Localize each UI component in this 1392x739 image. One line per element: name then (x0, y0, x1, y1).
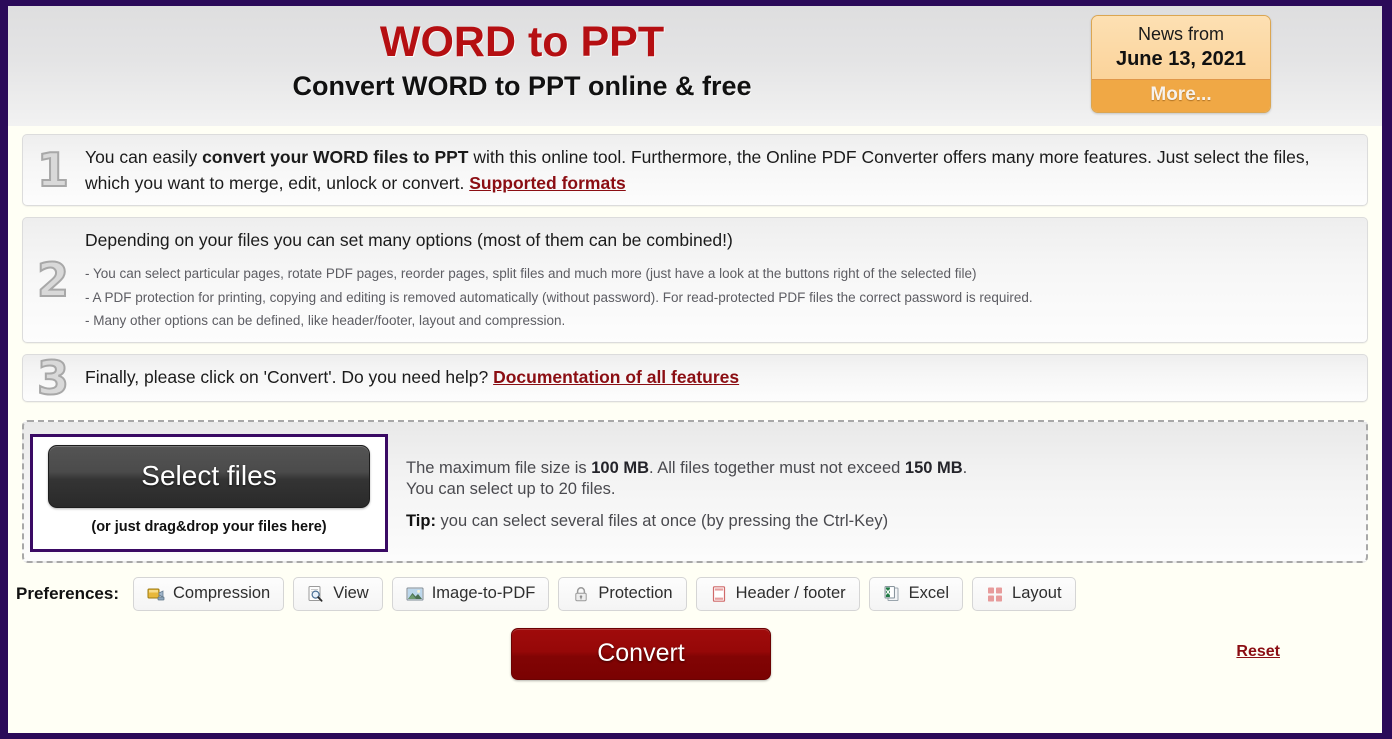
pref-button-protection[interactable]: Protection (558, 576, 687, 611)
convert-button[interactable]: Convert (511, 627, 771, 680)
reset-link[interactable]: Reset (1236, 643, 1280, 661)
page-title: WORD to PPT (379, 18, 665, 66)
news-date: June 13, 2021 (1115, 48, 1247, 70)
total-size-value: 150 MB (904, 458, 963, 477)
pref-button-header-footer[interactable]: Header / footer (695, 576, 860, 611)
preferences-bar: Preferences: Compression View Image-to-P… (16, 576, 1382, 611)
svg-text:X: X (885, 588, 891, 596)
view-magnifier-icon (307, 585, 325, 603)
pref-label-layout: Layout (1012, 584, 1062, 602)
pref-label-header-footer: Header / footer (735, 584, 846, 602)
preferences-label: Preferences: (16, 583, 120, 603)
step-3-text: Finally, please click on 'Convert'. Do y… (85, 364, 1357, 390)
step-3: 3 Finally, please click on 'Convert'. Do… (22, 350, 1368, 405)
pref-button-compression[interactable]: Compression (133, 576, 285, 611)
step-1: 1 You can easily convert your WORD files… (22, 134, 1368, 206)
news-box[interactable]: News from June 13, 2021 More... (1091, 15, 1271, 113)
pref-label-image-to-pdf: Image-to-PDF (431, 584, 536, 602)
pref-button-image-to-pdf[interactable]: Image-to-PDF (391, 576, 550, 611)
max-size-value: 100 MB (591, 458, 649, 477)
step-number-3: 3 (36, 350, 70, 405)
page-header: WORD to PPT Convert WORD to PPT online &… (8, 6, 1382, 126)
step-2: 2 Depending on your files you can set ma… (22, 217, 1368, 343)
dragdrop-hint: (or just drag&drop your files here) (91, 518, 327, 535)
tip-label: Tip: (406, 511, 436, 530)
max-size-text-c: . (962, 458, 968, 477)
lock-icon (572, 585, 590, 603)
step-1-bold: convert your WORD files to PPT (202, 147, 469, 167)
tip-text: you can select several files at once (by… (435, 511, 889, 530)
max-files-line: You can select up to 20 files. (406, 479, 616, 498)
page-subtitle: Convert WORD to PPT online & free (292, 71, 752, 101)
max-size-text-a: The maximum file size is (406, 458, 592, 477)
news-label: News from (1137, 24, 1224, 44)
max-size-text-b: . All files together must not exceed (649, 458, 905, 477)
pref-button-view[interactable]: View (293, 576, 383, 611)
select-files-panel: Select files (or just drag&drop your fil… (30, 433, 388, 552)
title-block: WORD to PPT Convert WORD to PPT online &… (8, 16, 1036, 104)
step-number-2: 2 (36, 252, 70, 307)
step-2-bullet: - You can select particular pages, rotat… (85, 266, 977, 281)
pref-button-layout[interactable]: Layout (972, 576, 1076, 611)
documentation-link[interactable]: Documentation of all features (493, 367, 739, 387)
file-dropzone[interactable]: Select files (or just drag&drop your fil… (22, 419, 1368, 563)
dropzone-info: The maximum file size is 100 MB. All fil… (406, 458, 1266, 531)
supported-formats-link[interactable]: Supported formats (469, 173, 626, 193)
pref-label-compression: Compression (173, 584, 271, 602)
step-2-bullet: - Many other options can be defined, lik… (85, 313, 566, 328)
select-files-button[interactable]: Select files (48, 444, 370, 508)
news-more-button[interactable]: More... (1092, 79, 1270, 112)
step-2-bullet-list: - You can select particular pages, rotat… (85, 262, 1357, 333)
step-number-1: 1 (36, 143, 70, 197)
pref-label-protection: Protection (598, 584, 673, 602)
dropzone-tip: Tip: you can select several files at onc… (406, 512, 1266, 531)
max-file-size-line: The maximum file size is 100 MB. All fil… (406, 458, 1266, 479)
compression-icon (147, 585, 165, 603)
app-page: WORD to PPT Convert WORD to PPT online &… (8, 6, 1382, 733)
action-row: Convert Reset (8, 627, 1382, 688)
pref-label-view: View (333, 584, 369, 602)
excel-icon: X (883, 585, 901, 603)
pref-label-excel: Excel (908, 584, 950, 602)
news-box-body: News from June 13, 2021 (1092, 16, 1270, 79)
step-3-text-plain: Finally, please click on 'Convert'. Do y… (85, 366, 494, 387)
image-icon (406, 585, 424, 603)
pref-button-excel[interactable]: X Excel (868, 576, 964, 611)
step-1-text: You can easily convert your WORD files t… (85, 144, 1357, 196)
step-1-text-before: You can easily (85, 147, 203, 167)
header-footer-icon (710, 585, 728, 603)
step-2-text: Depending on your files you can set many… (85, 230, 733, 250)
step-2-bullet: - A PDF protection for printing, copying… (85, 289, 1033, 305)
layout-grid-icon (986, 585, 1004, 603)
